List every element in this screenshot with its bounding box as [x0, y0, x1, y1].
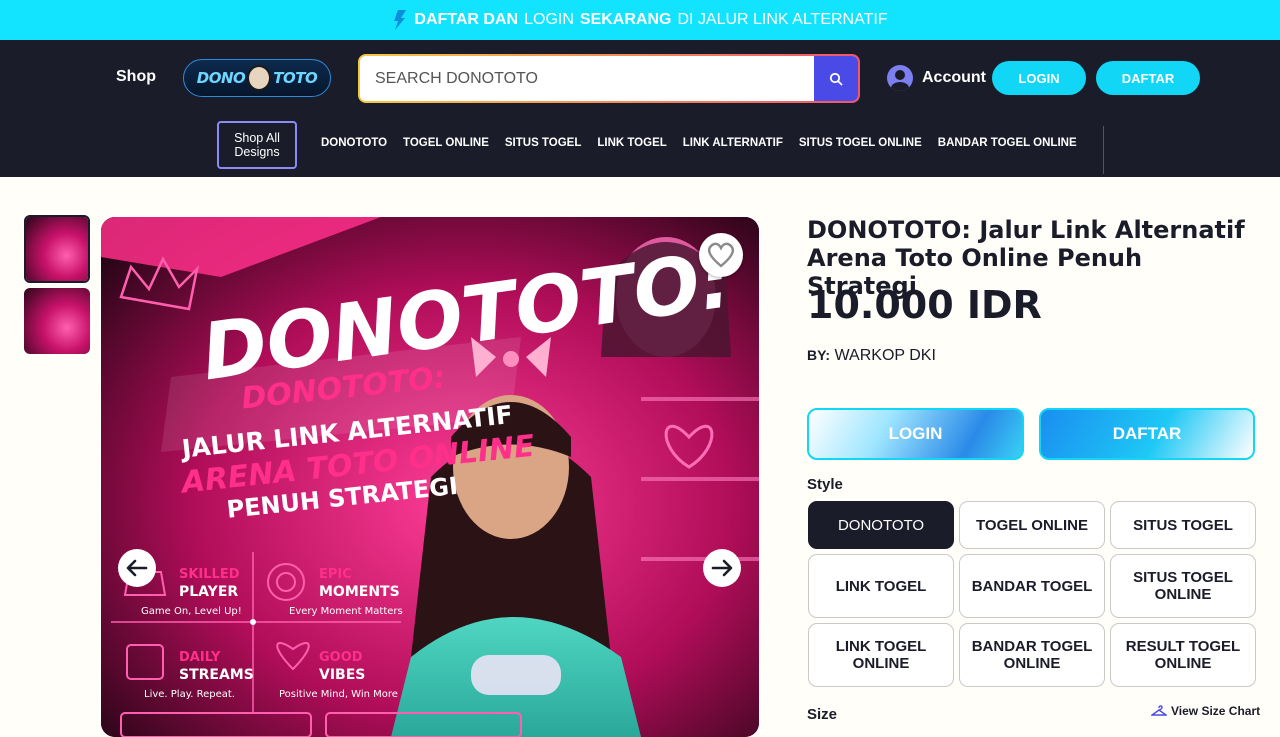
nav-divider — [1103, 126, 1104, 174]
header-login-button[interactable]: LOGIN — [992, 61, 1086, 95]
promo-part2: LOGIN — [524, 11, 574, 28]
style-option-result-togel-online[interactable]: RESULT TOGEL ONLINE — [1110, 623, 1256, 687]
heart-icon — [707, 242, 735, 268]
feature-1-caption: Game On, Level Up! — [141, 606, 242, 617]
style-option-situs-togel-online[interactable]: SITUS TOGEL ONLINE — [1110, 554, 1256, 618]
logo-text-left: DONO — [196, 69, 246, 87]
hanger-icon — [1151, 705, 1167, 716]
feature-2-bottom: MOMENTS — [319, 584, 400, 600]
feature-3-bottom: STREAMS — [179, 667, 254, 683]
search-icon — [829, 72, 843, 85]
login-button[interactable]: LOGIN — [807, 408, 1024, 460]
next-image-button[interactable] — [703, 549, 741, 587]
style-option-link-togel[interactable]: LINK TOGEL — [808, 554, 954, 618]
site-header: Shop DONO TOTO Account LOGIN DAFTAR Shop… — [0, 40, 1280, 177]
size-label: Size — [807, 706, 838, 723]
search-button[interactable] — [814, 56, 858, 101]
nav-item-link-togel[interactable]: LINK TOGEL — [597, 137, 666, 149]
style-option-situs-togel[interactable]: SITUS TOGEL — [1110, 501, 1256, 549]
feature-4-caption: Positive Mind, Win More — [279, 689, 398, 700]
style-options: DONOTOTO TOGEL ONLINE SITUS TOGEL LINK T… — [808, 501, 1256, 687]
favorite-button[interactable] — [699, 233, 743, 277]
site-logo[interactable]: DONO TOTO — [183, 59, 331, 97]
promo-part3: SEKARANG — [579, 11, 672, 28]
style-option-bandar-togel[interactable]: BANDAR TOGEL — [959, 554, 1105, 618]
nav-item-bandar-togel-online[interactable]: BANDAR TOGEL ONLINE — [938, 137, 1077, 149]
feature-3-caption: Live. Play. Repeat. — [144, 689, 235, 700]
style-option-donototo[interactable]: DONOTOTO — [808, 501, 954, 549]
bolt-icon — [394, 10, 407, 30]
search-input[interactable] — [360, 56, 814, 101]
promo-bar[interactable]: DAFTAR DAN LOGIN SEKARANG DI JALUR LINK … — [0, 0, 1280, 40]
shop-link[interactable]: Shop — [116, 68, 156, 86]
shop-all-designs-button[interactable]: Shop All Designs — [217, 121, 297, 169]
feature-3-top: DAILY — [179, 650, 221, 665]
feature-4-top: GOOD — [319, 650, 363, 665]
nav-item-link-alternatif[interactable]: LINK ALTERNATIF — [683, 137, 783, 149]
category-nav: DONOTOTO TOGEL ONLINE SITUS TOGEL LINK T… — [321, 137, 1077, 149]
daftar-button[interactable]: DAFTAR — [1039, 408, 1255, 460]
feature-2-caption: Every Moment Matters — [289, 606, 403, 617]
product-image: DONOTOTO: DONOTOTO: JALUR LINK ALTERNATI… — [101, 217, 759, 737]
arrow-right-icon — [711, 559, 733, 577]
account-icon[interactable] — [887, 65, 913, 91]
promo-part1: DAFTAR DAN — [414, 11, 519, 28]
logo-text-right: TOTO — [273, 69, 318, 87]
style-option-togel-online[interactable]: TOGEL ONLINE — [959, 501, 1105, 549]
logo-mascot-icon — [247, 65, 272, 91]
thumbnail-2[interactable] — [24, 288, 90, 354]
product-price: 10.000 IDR — [807, 283, 1042, 327]
style-option-bandar-togel-online[interactable]: BANDAR TOGEL ONLINE — [959, 623, 1105, 687]
author-label: BY: — [807, 347, 831, 363]
search-bar — [358, 54, 860, 103]
nav-item-situs-togel[interactable]: SITUS TOGEL — [505, 137, 581, 149]
nav-item-situs-togel-online[interactable]: SITUS TOGEL ONLINE — [799, 137, 922, 149]
nav-item-togel-online[interactable]: TOGEL ONLINE — [403, 137, 489, 149]
size-chart-label: View Size Chart — [1171, 704, 1261, 718]
arrow-left-icon — [126, 559, 148, 577]
header-daftar-button[interactable]: DAFTAR — [1096, 61, 1200, 95]
feature-2-top: EPIC — [319, 567, 352, 582]
account-link[interactable]: Account — [922, 69, 986, 87]
thumbnail-1[interactable] — [24, 215, 90, 283]
nav-item-donototo[interactable]: DONOTOTO — [321, 137, 387, 149]
author-value[interactable]: WARKOP DKI — [835, 347, 936, 364]
feature-1-bottom: PLAYER — [179, 584, 238, 600]
size-chart-link[interactable]: View Size Chart — [1151, 704, 1260, 718]
product-author: BY: WARKOP DKI — [807, 347, 936, 365]
feature-1-top: SKILLED — [179, 567, 240, 582]
style-label: Style — [807, 476, 843, 493]
style-option-link-togel-online[interactable]: LINK TOGEL ONLINE — [808, 623, 954, 687]
prev-image-button[interactable] — [118, 549, 156, 587]
promo-part4: DI JALUR LINK ALTERNATIF — [677, 11, 888, 28]
feature-4-bottom: VIBES — [319, 667, 365, 683]
